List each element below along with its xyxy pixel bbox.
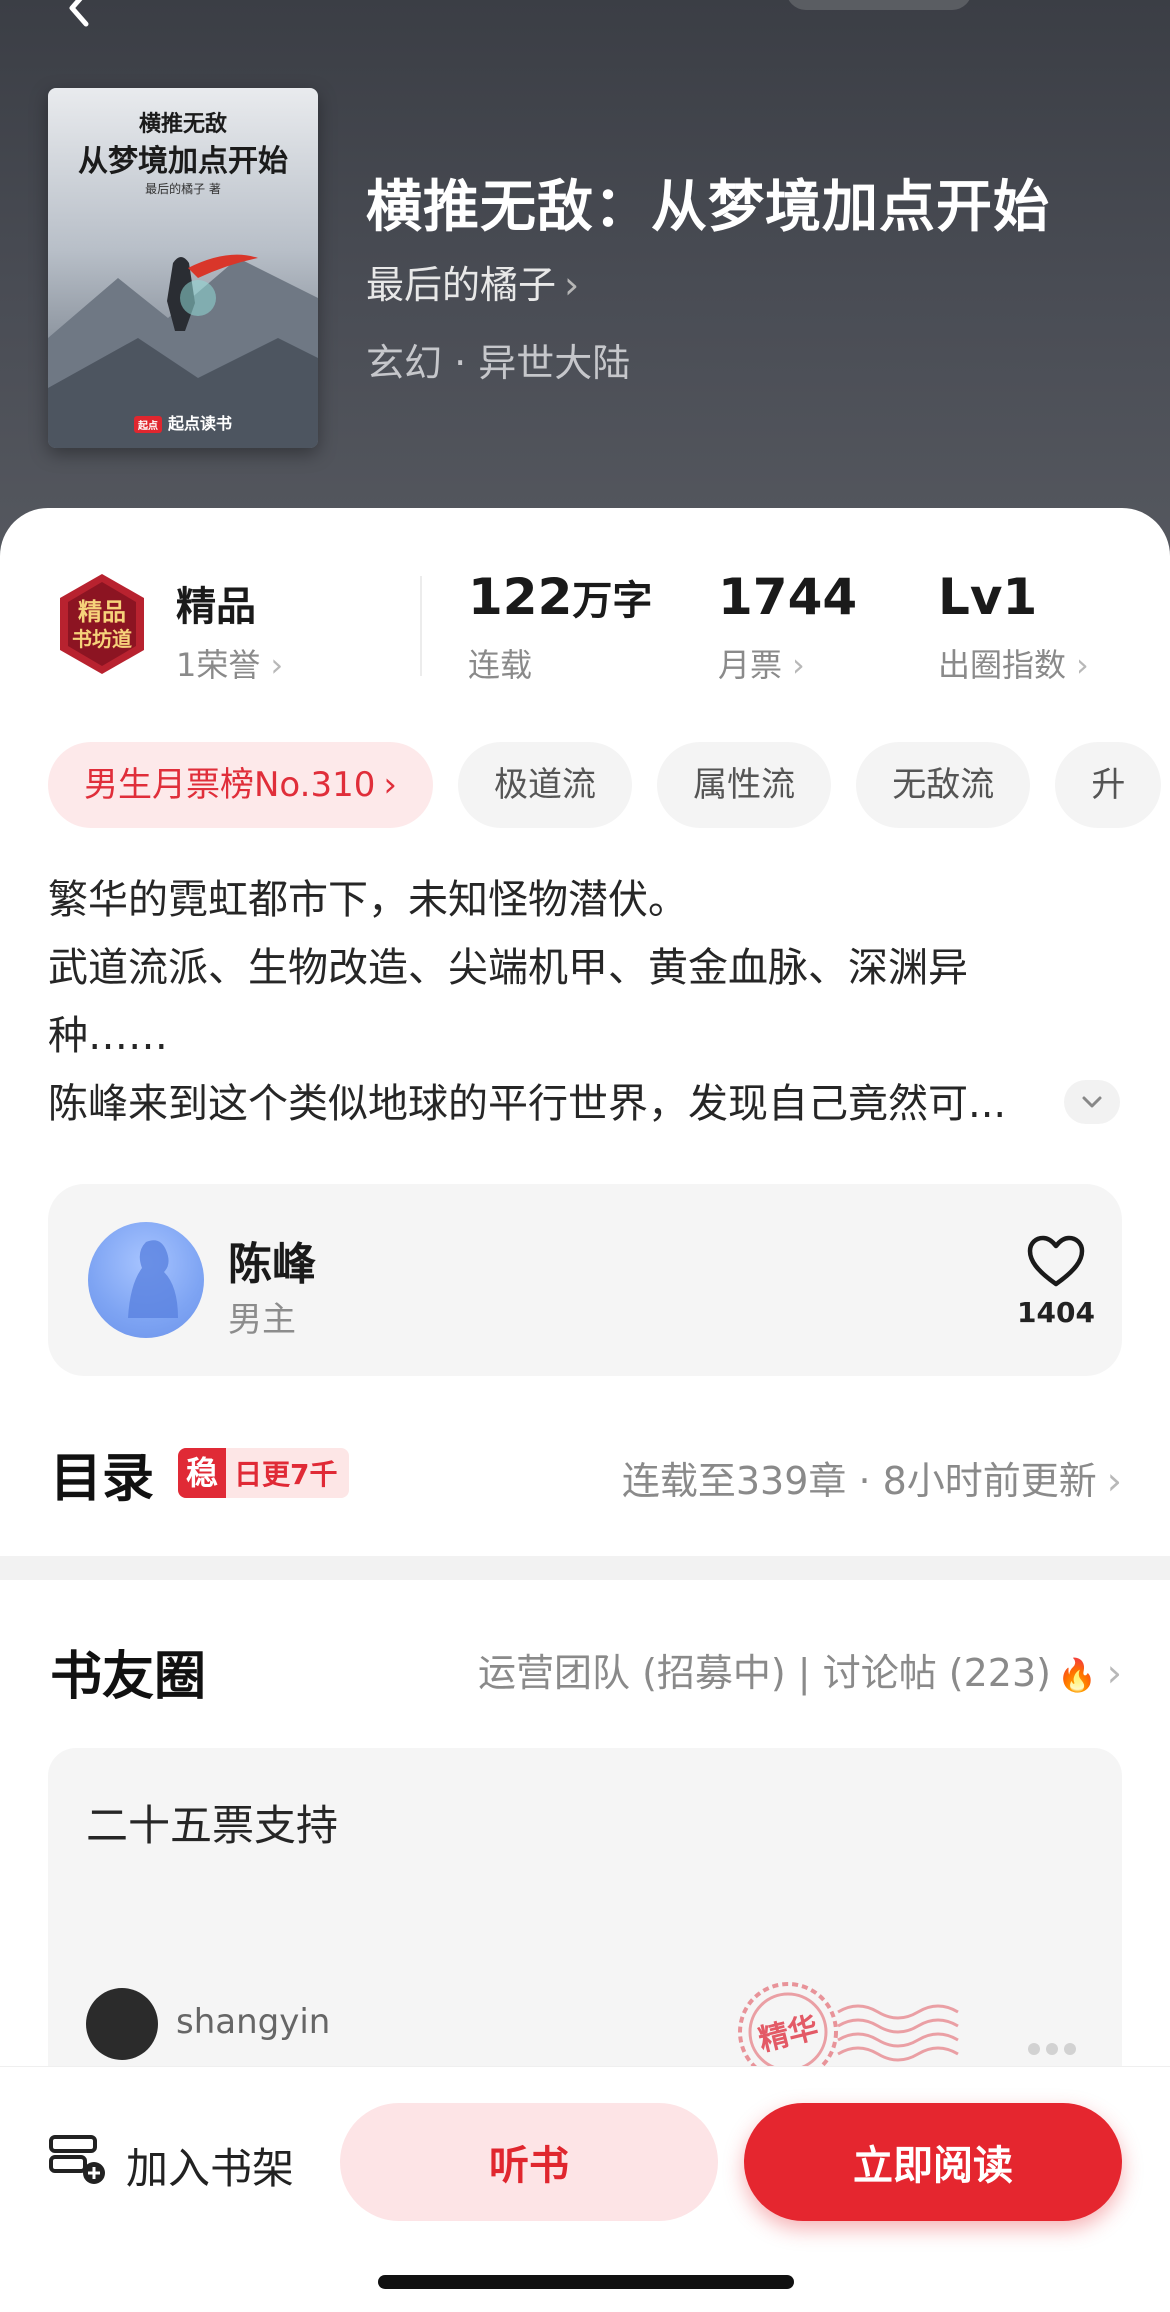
- carousel-dots: [1028, 2040, 1088, 2055]
- synopsis-line: 种……: [48, 1013, 168, 1059]
- monthly-ticket-count: 1744: [718, 568, 857, 626]
- character-role: 男主: [228, 1300, 296, 1340]
- listen-button[interactable]: 听书: [340, 2103, 718, 2221]
- cover-brand-logo: 起点: [133, 416, 162, 433]
- book-circle-title[interactable]: 书友圈: [50, 1634, 206, 1709]
- circle-index-link[interactable]: 出圈指数 ›: [938, 640, 1089, 686]
- chevron-right-icon: ›: [792, 646, 805, 684]
- word-count-value: 122: [468, 568, 573, 626]
- svg-text:精品: 精品: [78, 597, 126, 626]
- monthly-ticket-link[interactable]: 月票 ›: [718, 640, 805, 686]
- synopsis-line: 武道流派、生物改造、尖端机甲、黄金血脉、深渊异: [48, 945, 968, 991]
- monthly-ticket-label: 月票: [718, 646, 783, 684]
- chevron-down-icon: [1082, 1096, 1102, 1108]
- author-name: 最后的橘子: [366, 263, 557, 307]
- toc-title[interactable]: 目录: [50, 1436, 154, 1511]
- synopsis[interactable]: 繁华的霓虹都市下，未知怪物潜伏。 武道流派、生物改造、尖端机甲、黄金血脉、深渊异…: [48, 866, 1122, 1138]
- heart-icon[interactable]: [1026, 1234, 1086, 1290]
- featured-stamp-icon: 精华: [738, 1982, 959, 2082]
- post-username[interactable]: shangyin: [176, 2002, 330, 2042]
- synopsis-line: 繁华的霓虹都市下，未知怪物潜伏。: [48, 877, 688, 923]
- tag-item[interactable]: 属性流: [657, 742, 832, 828]
- cover-title-big: 从梦境加点开始: [78, 144, 288, 179]
- chevron-right-icon: ›: [1076, 646, 1089, 684]
- book-circle-link[interactable]: 运营团队 (招募中) | 讨论帖 (223) 🔥 ›: [478, 1642, 1122, 1697]
- honor-link[interactable]: 1荣誉 ›: [176, 640, 283, 686]
- home-indicator[interactable]: [378, 2275, 794, 2289]
- circle-index: Lv1: [938, 568, 1037, 626]
- honor-badge-icon[interactable]: 精品 书坊道: [52, 572, 152, 676]
- rank-tag[interactable]: 男生月票榜No.310 ›: [48, 742, 433, 828]
- circle-index-label: 出圈指数: [938, 646, 1067, 684]
- add-to-shelf-button[interactable]: 加入书架: [126, 2135, 294, 2196]
- tag-item[interactable]: 升: [1055, 742, 1162, 828]
- like-count: 1404: [1017, 1296, 1095, 1329]
- book-cover[interactable]: 横推无敌 从梦境加点开始 最后的橘子 著 起点 起点读书: [48, 88, 318, 448]
- character-name: 陈峰: [228, 1239, 316, 1290]
- word-count: 122万字: [468, 568, 652, 626]
- honor-label: 精品: [176, 584, 256, 630]
- cover-brand: 起点 起点读书: [48, 410, 318, 434]
- add-to-shelf-icon[interactable]: [48, 2131, 108, 2187]
- read-now-button[interactable]: 立即阅读: [744, 2103, 1122, 2221]
- chevron-right-icon: ›: [1106, 1651, 1122, 1695]
- synopsis-line: 陈峰来到这个类似地球的平行世界，发现自己竟然可...: [48, 1081, 1007, 1127]
- honor-sub: 1荣誉: [176, 646, 261, 684]
- stats-divider: [420, 576, 422, 676]
- character-portrait-icon: [128, 1240, 178, 1318]
- update-badge: 稳 日更7千: [178, 1448, 350, 1498]
- back-arrow-icon[interactable]: [60, 0, 100, 28]
- book-title: 横推无敌：从梦境加点开始: [366, 175, 1050, 240]
- serial-status: 连载: [468, 646, 533, 684]
- book-header: 横推无敌 从梦境加点开始 最后的橘子 著 起点 起点读书 横推无敌：从梦境加点开始…: [0, 0, 1170, 560]
- character-avatar: [88, 1222, 204, 1338]
- monthly-ticket-value: 1744: [718, 568, 858, 626]
- chevron-right-icon: ›: [383, 765, 397, 805]
- cover-title-small: 横推无敌: [138, 112, 227, 137]
- circle-index-value: Lv1: [938, 568, 1038, 626]
- expand-synopsis-button[interactable]: [1064, 1080, 1120, 1124]
- chevron-right-icon: ›: [270, 646, 284, 684]
- toc-meta-text: 连载至339章 · 8小时前更新: [621, 1459, 1097, 1503]
- rank-tag-label: 男生月票榜No.310: [84, 765, 376, 805]
- section-divider: [0, 1556, 1170, 1580]
- stamp-text: 精华: [755, 2010, 822, 2058]
- stable-update-icon: 稳: [178, 1448, 226, 1498]
- word-count-unit: 万字: [572, 578, 653, 624]
- tag-list: 男生月票榜No.310 › 极道流 属性流 无敌流 升: [48, 742, 1170, 828]
- post-text: 二十五票支持: [86, 1801, 339, 1850]
- tag-item[interactable]: 极道流: [458, 742, 633, 828]
- update-badge-text: 日更7千: [234, 1458, 338, 1491]
- toc-link[interactable]: 连载至339章 · 8小时前更新 ›: [622, 1450, 1122, 1505]
- post-user-avatar[interactable]: [86, 1988, 158, 2060]
- cover-author: 最后的橘子 著: [145, 182, 221, 196]
- header-pill-button[interactable]: [786, 0, 972, 10]
- svg-text:书坊道: 书坊道: [72, 627, 132, 651]
- fire-icon: 🔥: [1056, 1656, 1097, 1694]
- character-card[interactable]: 陈峰 男主 1404: [48, 1184, 1122, 1376]
- chevron-right-icon: ›: [1106, 1459, 1122, 1503]
- book-circle-meta: 运营团队 (招募中) | 讨论帖 (223): [478, 1651, 1051, 1695]
- chevron-right-icon: ›: [564, 263, 580, 307]
- cover-brand-text: 起点读书: [167, 414, 232, 433]
- author-link[interactable]: 最后的橘子 ›: [366, 254, 579, 309]
- book-genre: 玄幻 · 异世大陆: [366, 341, 631, 385]
- tag-item[interactable]: 无敌流: [856, 742, 1031, 828]
